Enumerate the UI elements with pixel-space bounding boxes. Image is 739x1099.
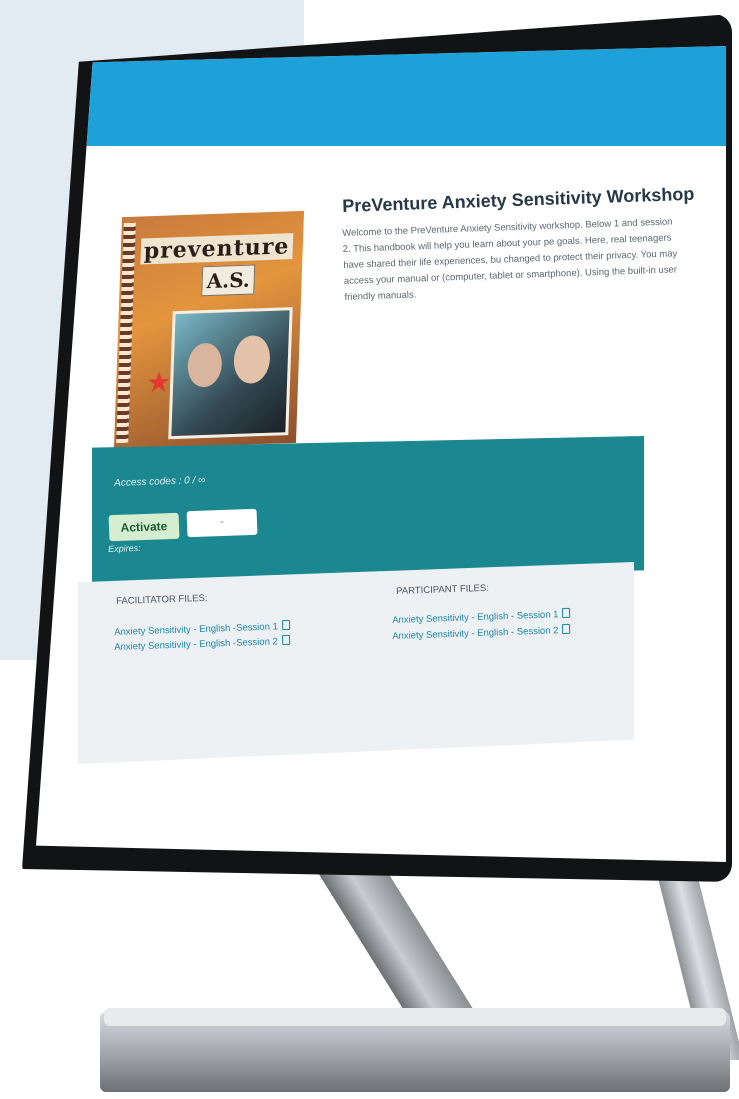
activation-band <box>92 436 644 582</box>
expiry-date-field[interactable]: - <box>186 508 258 538</box>
document-icon <box>281 634 290 646</box>
document-icon <box>281 619 290 631</box>
expires-label: Expires: <box>108 542 141 554</box>
document-icon <box>562 623 571 635</box>
star-icon: ★ <box>145 366 172 399</box>
cover-face-left <box>187 342 223 388</box>
document-icon <box>562 607 571 619</box>
stand-base-top <box>104 1008 726 1026</box>
activate-button[interactable]: Activate <box>108 512 180 542</box>
cover-photo <box>168 307 293 440</box>
cover-badge: A.S. <box>201 264 256 297</box>
cover-face-right <box>233 334 271 385</box>
cover-brand: preventure <box>140 233 293 265</box>
stand-arm-left <box>303 850 487 1030</box>
book-cover: preventure A.S. ★ <box>113 210 305 450</box>
files-panel <box>78 562 634 764</box>
product-description: Welcome to the PreVenture Anxiety Sensit… <box>342 216 678 303</box>
